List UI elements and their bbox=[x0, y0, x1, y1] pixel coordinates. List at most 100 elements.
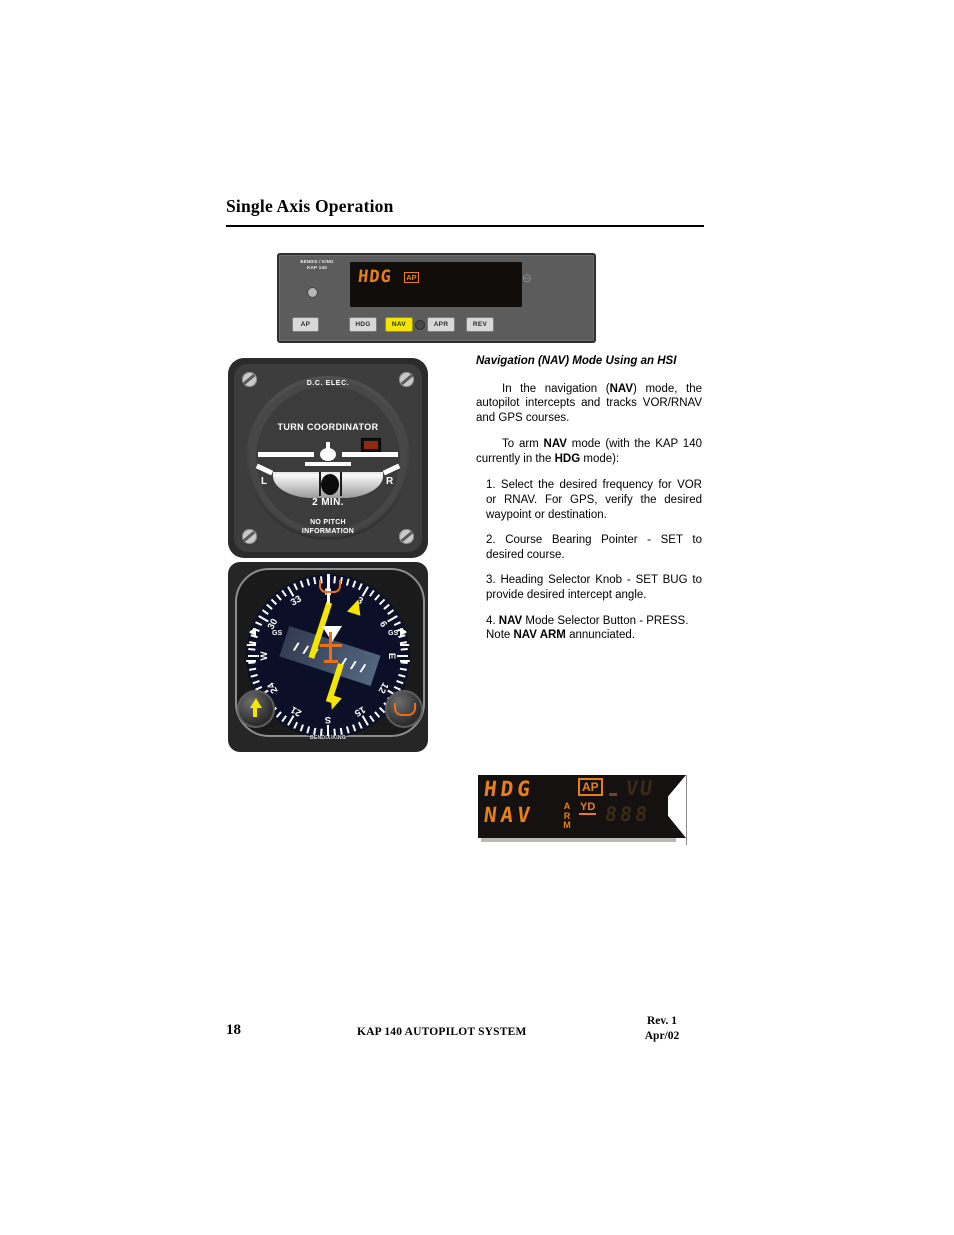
step4-note-bold: NAV ARM bbox=[513, 629, 566, 642]
compass-label: 15 bbox=[352, 703, 368, 719]
footer-rev-date: Apr/02 bbox=[644, 1030, 680, 1042]
kap140-button-row: AP HDG NAV APR REV bbox=[289, 317, 589, 333]
glideslope-tick bbox=[246, 660, 256, 662]
right-turn-label: R bbox=[386, 476, 394, 487]
step4-note-pre: Note bbox=[486, 629, 514, 642]
inclinometer-mark-right bbox=[340, 472, 342, 496]
to-from-flag bbox=[322, 626, 342, 642]
compass-label: 12 bbox=[375, 680, 391, 696]
closeup-hdg-text: HDG bbox=[482, 777, 536, 801]
paragraph-1: In the navigation (NAV) mode, the autopi… bbox=[476, 382, 702, 426]
section-heading: Navigation (NAV) Mode Using an HSI bbox=[476, 355, 677, 367]
deviation-dot bbox=[292, 642, 300, 651]
glideslope-tick bbox=[400, 644, 410, 646]
aircraft-symbol-tail bbox=[324, 660, 338, 663]
closeup-ap-annunciator: AP bbox=[578, 778, 603, 796]
dc-elec-label: D.C. ELEC. bbox=[306, 380, 350, 387]
figure-edge-rule bbox=[686, 775, 687, 845]
button-row-led bbox=[415, 320, 425, 330]
closeup-arm-annunciator: ARM bbox=[563, 801, 571, 830]
kap140-autopilot-unit: BENDIX / KING KAP 140 HDG AP ⊖ AP HDG NA… bbox=[277, 253, 596, 343]
compass-label: 6 bbox=[376, 619, 390, 630]
footer-title: KAP 140 AUTOPILOT SYSTEM bbox=[357, 1026, 527, 1038]
p1-pre: In the navigation ( bbox=[502, 382, 610, 395]
closeup-nav-text: NAV bbox=[482, 803, 536, 827]
paragraph-2: To arm NAV mode (with the KAP 140 curren… bbox=[476, 437, 702, 466]
heading-bug bbox=[319, 580, 341, 593]
no-pitch-information-label: NO PITCH INFORMATION bbox=[228, 519, 428, 536]
p2-pre: To arm bbox=[502, 438, 544, 451]
ap-button[interactable]: AP bbox=[292, 317, 319, 332]
title-divider bbox=[226, 225, 704, 227]
deviation-dot bbox=[349, 660, 357, 670]
closeup-yd-annunciator: YD bbox=[579, 801, 597, 815]
step-4: 4. NAV Mode Selector Button - PRESS. Note… bbox=[476, 614, 702, 643]
brand-line-2: KAP 140 bbox=[307, 265, 327, 270]
compass-label: S bbox=[324, 714, 332, 725]
glideslope-tick bbox=[246, 644, 256, 646]
step-3: 3. Heading Selector Knob - SET BUG to pr… bbox=[486, 574, 702, 602]
rev-button[interactable]: REV bbox=[466, 317, 494, 332]
kap140-brand-logo: BENDIX / KING KAP 140 bbox=[287, 259, 347, 271]
p2-bold-2: HDG bbox=[554, 452, 581, 465]
hsi-instrument: N36E1215S2124W3033 GS GS bbox=[228, 562, 428, 752]
glideslope-pointer-right bbox=[400, 628, 408, 636]
document-page: Single Axis Operation BENDIX / KING KAP … bbox=[0, 0, 954, 1235]
aircraft-nose bbox=[326, 442, 330, 452]
deviation-dot bbox=[359, 664, 367, 673]
step4-num: 4. bbox=[486, 614, 499, 627]
brand-line-1: BENDIX / KING bbox=[300, 259, 334, 264]
step-1: 1. Select the desired frequency for VOR … bbox=[486, 479, 702, 521]
closeup-screen-wedge bbox=[660, 775, 686, 838]
aircraft-tail bbox=[305, 462, 351, 466]
aircraft-symbol-vertical bbox=[329, 632, 332, 662]
closeup-dim-digits-top: VU bbox=[624, 776, 656, 800]
heading-select-knob[interactable] bbox=[385, 690, 423, 728]
kap140-status-led bbox=[307, 287, 318, 298]
kap140-ap-annunciator: AP bbox=[403, 271, 420, 283]
trim-knob-icon: ⊖ bbox=[522, 271, 533, 285]
warning-line-2: INFORMATION bbox=[301, 527, 355, 535]
p1-bold: NAV bbox=[609, 382, 634, 395]
glideslope-label-right: GS bbox=[388, 630, 399, 637]
turn-coordinator-title: TURN COORDINATOR bbox=[277, 422, 379, 432]
footer-revision: Rev. 1 Apr/02 bbox=[620, 1014, 704, 1044]
course-select-knob[interactable] bbox=[237, 690, 275, 728]
course-knob-icon-stem bbox=[253, 707, 257, 717]
compass-label: 21 bbox=[288, 703, 304, 719]
turn-coordinator-instrument: D.C. ELEC. TURN COORDINATOR L R 2 MIN. N… bbox=[228, 358, 428, 558]
hsi-brand-label: BENDIX/KING bbox=[309, 735, 347, 741]
closeup-dash-segment bbox=[609, 793, 617, 796]
closeup-dim-digits-bottom: 888 bbox=[603, 802, 652, 826]
step-2: 2. Course Bearing Pointer - SET to desir… bbox=[486, 534, 702, 561]
step4-post: Mode Selector Button - PRESS. bbox=[522, 614, 689, 627]
nav-button[interactable]: NAV bbox=[385, 317, 413, 332]
p2-bold-1: NAV bbox=[543, 438, 567, 451]
deviation-dot bbox=[302, 645, 310, 654]
kap140-display-screen: HDG AP bbox=[350, 262, 522, 307]
p2-post: mode): bbox=[580, 452, 620, 465]
compass-label: W bbox=[259, 651, 270, 661]
left-turn-label: L bbox=[261, 476, 268, 487]
step4-bold: NAV bbox=[498, 614, 523, 627]
display-closeup-figure: HDG NAV ARM AP YD VU 888 bbox=[478, 775, 690, 845]
inclinometer-ball bbox=[321, 474, 339, 495]
glideslope-pointer-left bbox=[248, 628, 256, 636]
compass-label: E bbox=[386, 652, 397, 660]
hdg-button[interactable]: HDG bbox=[349, 317, 377, 332]
aircraft-symbol-horizontal bbox=[320, 644, 342, 647]
warning-line-1: NO PITCH bbox=[310, 519, 346, 526]
page-title: Single Axis Operation bbox=[226, 196, 394, 216]
two-minute-label: 2 MIN. bbox=[312, 497, 344, 508]
footer-page-number: 18 bbox=[226, 1022, 241, 1038]
footer-rev-number: Rev. 1 bbox=[646, 1015, 678, 1027]
apr-button[interactable]: APR bbox=[427, 317, 455, 332]
step4-note-post: annunciated. bbox=[565, 629, 635, 642]
glideslope-tick bbox=[400, 660, 410, 662]
heading-bug-icon bbox=[394, 703, 416, 716]
aircraft-wing-left bbox=[258, 452, 314, 457]
article-text-column: Navigation (NAV) Mode Using an HSI In th… bbox=[476, 354, 702, 654]
power-warning-flag bbox=[361, 438, 381, 452]
compass-label: 33 bbox=[288, 593, 304, 609]
glideslope-label-left: GS bbox=[272, 630, 283, 637]
